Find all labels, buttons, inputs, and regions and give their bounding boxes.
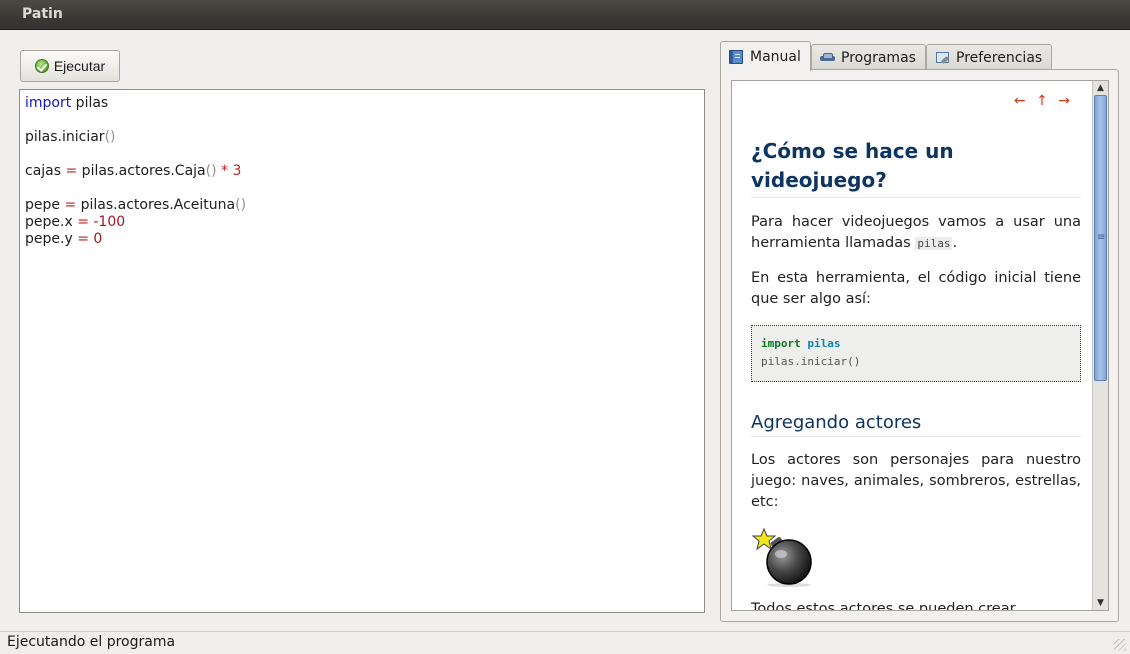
code-token: -100 <box>88 214 126 230</box>
run-button[interactable]: Ejecutar <box>20 50 120 82</box>
code-line[interactable] <box>25 146 246 163</box>
manual-document: ← ↑ → ¿Cómo se hace un videojuego? Para … <box>731 80 1109 611</box>
run-button-label: Ejecutar <box>53 58 106 74</box>
code-sample: import pilas pilas.iniciar() <box>751 325 1081 382</box>
inline-code: pilas <box>915 237 953 250</box>
next-link[interactable]: → <box>1058 93 1073 109</box>
code-line[interactable]: import pilas <box>25 95 246 112</box>
code-token: = <box>77 214 89 230</box>
title-bar: Patin <box>0 0 1130 30</box>
ok-check-icon <box>34 59 49 73</box>
car-icon <box>820 51 835 65</box>
code-token: 0 <box>88 231 103 247</box>
code-token: = <box>64 197 77 213</box>
code-line[interactable]: pepe.y = 0 <box>25 231 246 248</box>
resize-grip-icon[interactable] <box>1114 639 1126 651</box>
manual-heading: ¿Cómo se hace un videojuego? <box>751 137 1081 198</box>
manual-scrollbar[interactable]: ▲ ▼ <box>1092 81 1108 610</box>
code-token: pepe.x <box>25 214 78 230</box>
code-line[interactable] <box>25 180 246 197</box>
code-line[interactable]: cajas = pilas.actores.Caja() * 3 <box>25 163 246 180</box>
window-title: Patin <box>22 6 63 22</box>
doc-nav: ← ↑ → <box>1014 93 1073 109</box>
tab-preferencias[interactable]: Preferencias <box>926 44 1052 71</box>
manual-paragraph-1: Para hacer videojuegos vamos a usar una … <box>751 214 1081 251</box>
code-token: pilas <box>71 95 109 111</box>
tab-programas-label: Programas <box>841 50 916 66</box>
code-line[interactable]: pepe.x = -100 <box>25 214 246 231</box>
manual-paragraph-4: Todos estos actores se pueden crear <box>751 601 1016 611</box>
code-token: pilas.actores.Aceituna <box>76 197 236 213</box>
up-link[interactable]: ↑ <box>1036 93 1051 109</box>
code-token: = <box>77 231 89 247</box>
code-token: pepe <box>25 197 65 213</box>
manual-paragraph-2: En esta herramienta, el código inicial t… <box>751 270 1081 307</box>
tab-programas[interactable]: Programas <box>811 44 926 71</box>
code-text[interactable]: import pilas pilas.iniciar() cajas = pilas… <box>25 95 246 248</box>
tab-manual-label: Manual <box>750 48 801 65</box>
scroll-up-icon[interactable]: ▲ <box>1093 81 1108 95</box>
code-token: () <box>235 197 247 213</box>
code-token: cajas <box>25 163 66 179</box>
code-editor[interactable]: import pilas pilas.iniciar() cajas = pilas… <box>19 89 705 613</box>
code-token: () <box>104 129 116 145</box>
scroll-down-icon[interactable]: ▼ <box>1093 596 1108 610</box>
manual-subheading: Agregando actores <box>751 410 1081 437</box>
code-line[interactable]: pepe = pilas.actores.Aceituna() <box>25 197 246 214</box>
manual-paragraph-3: Los actores son personajes para nuestro … <box>751 452 1081 510</box>
code-token: = <box>65 163 78 179</box>
preferences-icon <box>935 51 949 65</box>
tab-preferencias-label: Preferencias <box>956 50 1043 66</box>
code-token: pepe.y <box>25 231 78 247</box>
manual-panel: ← ↑ → ¿Cómo se hace un videojuego? Para … <box>720 69 1119 622</box>
scroll-thumb[interactable] <box>1094 95 1107 381</box>
code-token: pilas.actores.Caja <box>77 163 206 179</box>
status-bar: Ejecutando el programa <box>0 631 1130 654</box>
code-line[interactable]: pilas.iniciar() <box>25 129 246 146</box>
code-token: * 3 <box>216 163 242 179</box>
code-token: () <box>205 163 217 179</box>
status-text: Ejecutando el programa <box>7 634 176 650</box>
bomb-image <box>751 527 812 587</box>
code-line[interactable] <box>25 112 246 129</box>
prev-link[interactable]: ← <box>1014 93 1029 109</box>
code-token: import <box>25 95 72 111</box>
tab-manual[interactable]: Manual <box>720 41 811 71</box>
code-token: pilas.iniciar <box>25 129 105 145</box>
book-icon <box>729 49 743 64</box>
